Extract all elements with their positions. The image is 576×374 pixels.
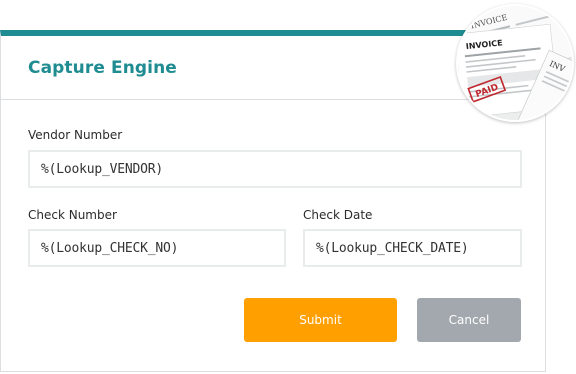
check-date-label: Check Date — [303, 208, 373, 222]
check-number-input[interactable] — [28, 229, 286, 267]
submit-button[interactable]: Submit — [244, 298, 397, 342]
cancel-button[interactable]: Cancel — [417, 298, 521, 342]
vendor-number-label: Vendor Number — [28, 128, 123, 142]
page-title: Capture Engine — [28, 58, 177, 78]
check-number-label: Check Number — [28, 208, 117, 222]
check-date-input[interactable] — [303, 229, 522, 267]
invoice-illustration: INVOICE INVOICE PAID INV — [456, 4, 574, 122]
page: Capture Engine Vendor Number Check Numbe… — [0, 0, 576, 374]
vendor-number-input[interactable] — [28, 150, 522, 188]
invoice-stack-image: INVOICE INVOICE PAID INV — [456, 4, 574, 122]
